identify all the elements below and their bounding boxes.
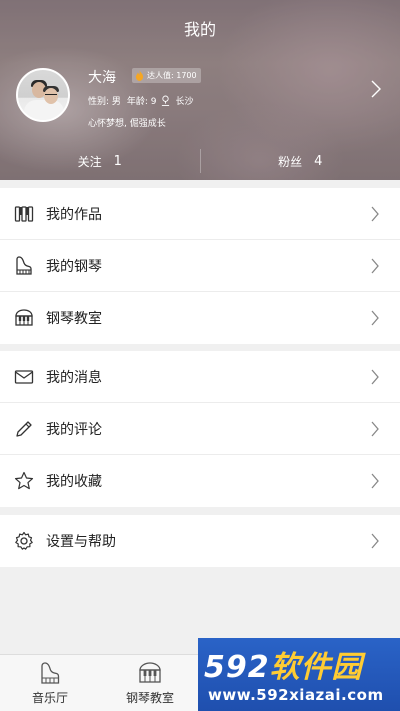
expert-value-text: 达人值: 1700 [147, 71, 197, 80]
flame-icon [135, 70, 144, 81]
chevron-right-icon [371, 206, 379, 222]
star-icon [14, 471, 34, 490]
menu-item-my-messages[interactable]: 我的消息 [0, 351, 400, 403]
menu-group-social: 我的消息 我的评论 我的收藏 [0, 351, 400, 507]
following-label: 关注 [77, 154, 102, 169]
menu-item-my-comments[interactable]: 我的评论 [0, 403, 400, 455]
envelope-icon [14, 370, 34, 384]
nav-label: 音乐厅 [31, 691, 68, 705]
watermark-url: www.592xiazai.com [208, 686, 384, 704]
chevron-right-icon [371, 421, 379, 437]
menu-label: 我的作品 [46, 206, 102, 223]
chevron-right-icon [371, 310, 379, 326]
gender-text: 性别: 男 [88, 97, 121, 107]
user-signature: 心怀梦想, 倔强成长 [88, 119, 166, 129]
menu-label: 我的消息 [46, 369, 102, 386]
page-title: 我的 [183, 20, 216, 39]
menu-item-my-works[interactable]: 我的作品 [0, 188, 400, 240]
chevron-right-icon [371, 369, 379, 385]
chevron-right-icon [371, 533, 379, 549]
avatar[interactable] [16, 68, 70, 122]
piano-classroom-icon [15, 309, 33, 326]
piano-keys-icon [14, 206, 34, 222]
grand-piano-icon [16, 256, 32, 275]
menu-label: 设置与帮助 [46, 534, 116, 550]
location-pin-icon [161, 95, 169, 106]
watermark-number: 592 [204, 650, 270, 685]
grand-piano-icon [41, 662, 60, 684]
nav-item-concert-hall[interactable]: 音乐厅 [0, 655, 100, 711]
follow-stats: 关注 1 粉丝 4 [0, 146, 400, 176]
watermark-text: 软件园 [269, 650, 363, 685]
nav-label: 钢琴教室 [125, 691, 174, 705]
menu-label: 我的评论 [46, 421, 102, 438]
age-text: 年龄: 9 [126, 97, 157, 107]
followers-count: 4 [314, 153, 323, 169]
following-count: 1 [113, 153, 122, 169]
menu-item-piano-classroom[interactable]: 钢琴教室 [0, 292, 400, 344]
chevron-right-icon [371, 473, 379, 489]
menu-group-settings: 设置与帮助 [0, 515, 400, 567]
user-info-row: 性别: 男 年龄: 9 长沙 [88, 94, 194, 107]
city-text: 长沙 [175, 97, 194, 107]
menu-label: 钢琴教室 [46, 311, 102, 327]
followers-stat[interactable]: 粉丝 4 [201, 146, 400, 176]
menu-item-my-piano[interactable]: 我的钢琴 [0, 240, 400, 292]
following-stat[interactable]: 关注 1 [0, 146, 200, 176]
menu-item-settings-help[interactable]: 设置与帮助 [0, 515, 400, 567]
expert-value-badge: 达人值: 1700 [132, 68, 201, 83]
username: 大海 [88, 70, 116, 86]
chevron-right-icon [371, 258, 379, 274]
chevron-right-icon[interactable] [370, 80, 382, 98]
menu-item-my-favorites[interactable]: 我的收藏 [0, 455, 400, 507]
profile-header: 我的 大海 达人值: 1700 性别: 男 年龄: 9 长沙 心怀梦想, 倔强成… [0, 0, 400, 180]
watermark-logo: 592软件园 [204, 642, 363, 686]
pencil-icon [16, 421, 32, 437]
followers-label: 粉丝 [278, 154, 303, 169]
site-watermark: 592软件园 www.592xiazai.com [198, 638, 400, 711]
menu-label: 我的钢琴 [46, 258, 102, 275]
piano-classroom-icon [139, 662, 161, 683]
menu-label: 我的收藏 [46, 474, 102, 490]
menu-group-works: 我的作品 我的钢琴 钢琴教室 [0, 188, 400, 344]
nav-item-piano-classroom[interactable]: 钢琴教室 [100, 655, 200, 711]
gear-icon [15, 531, 33, 550]
